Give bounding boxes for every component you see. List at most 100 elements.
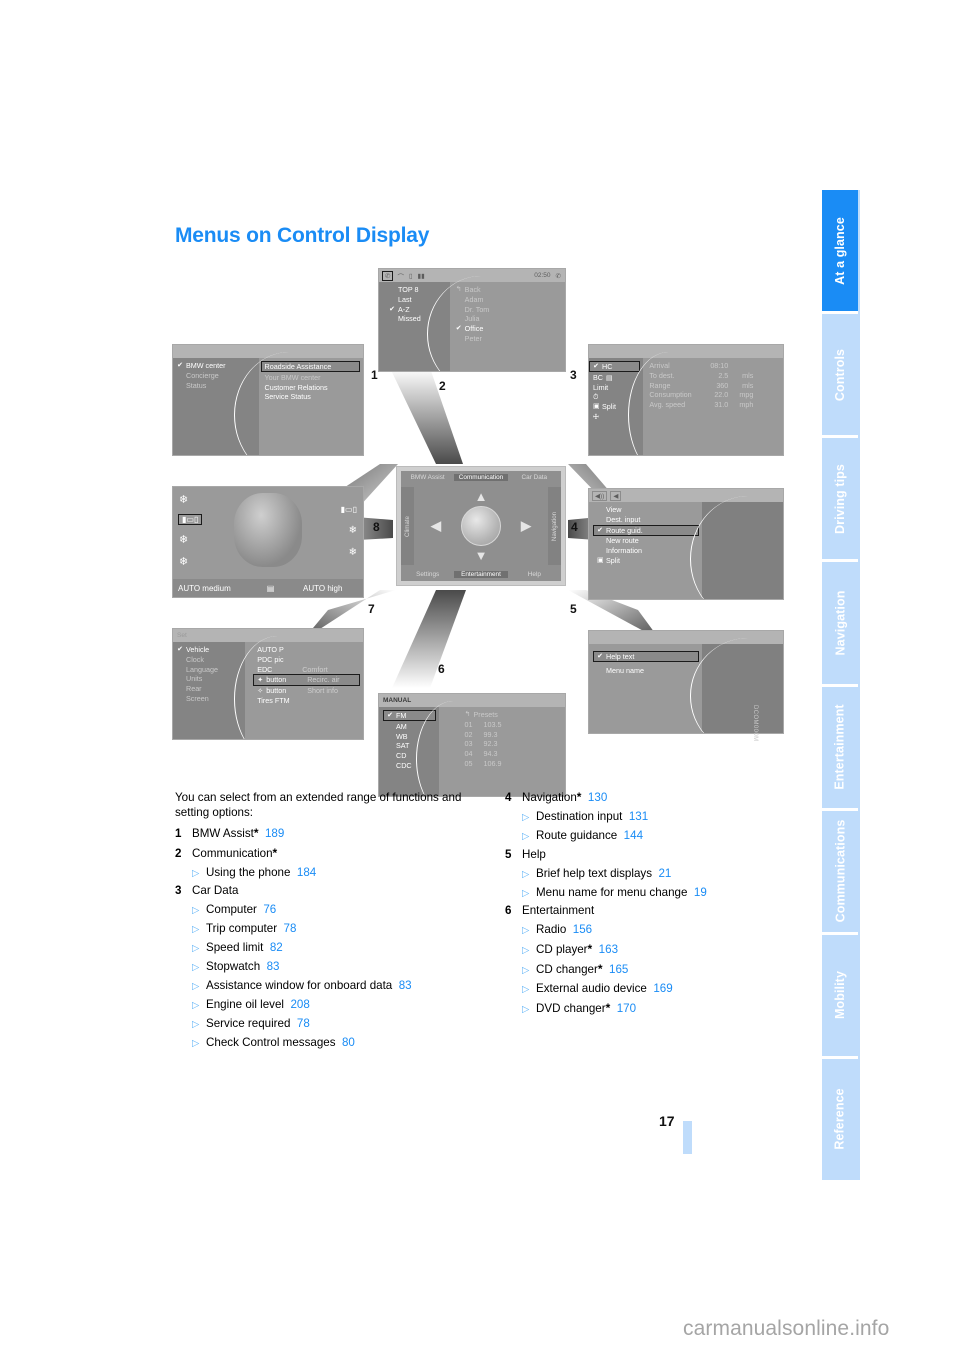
menu-item[interactable]: Units: [177, 675, 245, 682]
temp-slider-left[interactable]: ▮▭▯: [177, 514, 203, 525]
setting-row-highlighted[interactable]: ✦ button Recirc. air: [253, 674, 360, 686]
menu-item[interactable]: Dest. input: [597, 516, 702, 523]
sidebar-tab-communications[interactable]: Communications: [822, 810, 858, 932]
page-ref[interactable]: 82: [270, 941, 283, 954]
page-ref[interactable]: 80: [342, 1036, 355, 1049]
page-ref[interactable]: 130: [588, 791, 607, 804]
call-end-icon[interactable]: ⌒: [397, 271, 404, 281]
setting-row[interactable]: EDC Comfort: [257, 665, 363, 672]
temp-slider-right[interactable]: ▮▭▯: [341, 505, 357, 514]
hub-item-navigation[interactable]: Navigation: [548, 487, 561, 565]
menu-item[interactable]: Limit: [593, 383, 643, 390]
menu-item[interactable]: Screen: [177, 695, 245, 702]
sidebar-tab-driving-tips[interactable]: Driving tips: [822, 438, 858, 560]
menu-item-highlighted[interactable]: ✔ Help text: [593, 650, 699, 663]
band-item[interactable]: SAT: [387, 742, 439, 749]
band-item[interactable]: WB: [387, 732, 439, 739]
call-accept-icon[interactable]: ✆: [381, 270, 394, 281]
preset-row[interactable]: 02 99.3: [465, 730, 565, 737]
auto-right-label[interactable]: AUTO high: [283, 584, 364, 593]
preset-row[interactable]: 04 94.3: [465, 750, 565, 757]
menu-item[interactable]: Adam: [456, 296, 565, 303]
page-ref[interactable]: 78: [284, 922, 297, 935]
setting-row[interactable]: ✧ button Short info: [257, 687, 363, 694]
page-ref[interactable]: 21: [658, 867, 671, 880]
vent-right2-icon[interactable]: ❄: [349, 547, 357, 558]
controller-knob[interactable]: [461, 506, 501, 546]
menu-item[interactable]: New route: [597, 537, 702, 544]
menu-item[interactable]: Missed: [389, 315, 450, 322]
sidebar-tab-navigation[interactable]: Navigation: [822, 562, 858, 684]
page-ref[interactable]: 163: [599, 943, 618, 956]
page-ref[interactable]: 144: [624, 829, 643, 842]
sidebar-tab-reference[interactable]: Reference: [822, 1058, 858, 1180]
stopwatch-icon[interactable]: ⏱: [593, 393, 643, 400]
hub-item-bmw-assist[interactable]: BMW Assist: [401, 474, 454, 481]
menu-item[interactable]: ✔ Vehicle: [177, 646, 245, 653]
band-item[interactable]: AM: [387, 723, 439, 730]
menu-item[interactable]: Your BMW center: [265, 374, 364, 381]
sidebar-tab-mobility[interactable]: Mobility: [822, 934, 858, 1056]
hub-item-entertainment[interactable]: Entertainment: [454, 571, 508, 578]
sidebar-tab-at-a-glance[interactable]: At a glance: [822, 190, 858, 312]
arrow-up-icon[interactable]: ▲: [475, 489, 488, 504]
menu-item[interactable]: View: [597, 506, 702, 513]
hub-item-communication[interactable]: Communication: [454, 474, 508, 481]
menu-item[interactable]: TOP 8: [389, 286, 450, 293]
menu-item[interactable]: Clock: [177, 656, 245, 663]
menu-item-highlighted[interactable]: ✔ HC: [589, 360, 641, 373]
menu-item[interactable]: Language: [177, 665, 245, 672]
page-ref[interactable]: 78: [297, 1017, 310, 1030]
page-ref[interactable]: 83: [267, 960, 280, 973]
menu-item[interactable]: Dr. Tom: [456, 305, 565, 312]
band-item-highlighted[interactable]: ✔ FM: [383, 709, 436, 722]
menu-item[interactable]: Status: [177, 381, 259, 388]
vent-right-icon[interactable]: ❄: [349, 525, 357, 536]
menu-item[interactable]: Information: [597, 547, 702, 554]
band-item[interactable]: CD: [387, 752, 439, 759]
preset-row[interactable]: 01 103.5: [465, 721, 565, 728]
hub-item-settings[interactable]: Settings: [401, 571, 454, 578]
menu-item[interactable]: Concierge: [177, 372, 259, 379]
volume-icon[interactable]: ◀)): [591, 490, 608, 501]
page-ref[interactable]: 83: [399, 979, 412, 992]
menu-item[interactable]: Peter: [456, 335, 565, 342]
menu-item[interactable]: ✔ A-Z: [389, 305, 450, 312]
menu-item[interactable]: BC ▤: [593, 374, 643, 381]
setting-row[interactable]: AUTO P: [257, 646, 363, 653]
menu-item[interactable]: Customer Relations: [265, 383, 364, 390]
sidebar-tab-controls[interactable]: Controls: [822, 314, 858, 436]
oil-can-icon[interactable]: 🜊: [593, 413, 643, 420]
arrow-right-icon[interactable]: ▶: [521, 518, 531, 534]
arrow-left-icon[interactable]: ◀: [431, 518, 441, 534]
menu-item[interactable]: Menu name: [597, 667, 702, 674]
page-ref[interactable]: 170: [617, 1002, 636, 1015]
auto-left-label[interactable]: AUTO medium: [173, 584, 259, 593]
page-ref[interactable]: 76: [263, 903, 276, 916]
vent-up-icon[interactable]: ❄: [179, 493, 201, 506]
menu-item[interactable]: ▣ Split: [597, 557, 702, 564]
page-ref[interactable]: 156: [573, 923, 592, 936]
menu-item-back[interactable]: ↰ Back: [456, 286, 565, 293]
menu-item[interactable]: Service Status: [265, 393, 364, 400]
menu-item[interactable]: ▣ Split: [593, 403, 643, 410]
menu-item[interactable]: Rear: [177, 685, 245, 692]
setting-row[interactable]: PDC pic: [257, 656, 363, 663]
recirc-icon[interactable]: ▤: [259, 584, 283, 593]
page-ref[interactable]: 189: [265, 827, 284, 840]
preset-row[interactable]: 05 106.9: [465, 760, 565, 767]
hub-item-help[interactable]: Help: [508, 571, 561, 578]
vent-mid-icon[interactable]: ❄: [179, 533, 201, 546]
hub-item-car-data[interactable]: Car Data: [508, 474, 561, 481]
hub-item-climate[interactable]: Climate: [401, 487, 414, 565]
menu-item[interactable]: ✔ Office: [456, 325, 565, 332]
phonebook-icon[interactable]: ▯: [409, 272, 413, 280]
setting-row[interactable]: Tires FTM: [257, 697, 363, 704]
page-ref[interactable]: 208: [290, 998, 309, 1011]
mute-icon[interactable]: ◀: [610, 490, 622, 501]
menu-item-highlighted[interactable]: ✔ Route guid.: [593, 524, 699, 536]
arrow-down-icon[interactable]: ▼: [475, 548, 488, 563]
band-item[interactable]: CDC: [387, 762, 439, 769]
preset-row[interactable]: 03 92.3: [465, 740, 565, 747]
menu-item[interactable]: Julia: [456, 315, 565, 322]
